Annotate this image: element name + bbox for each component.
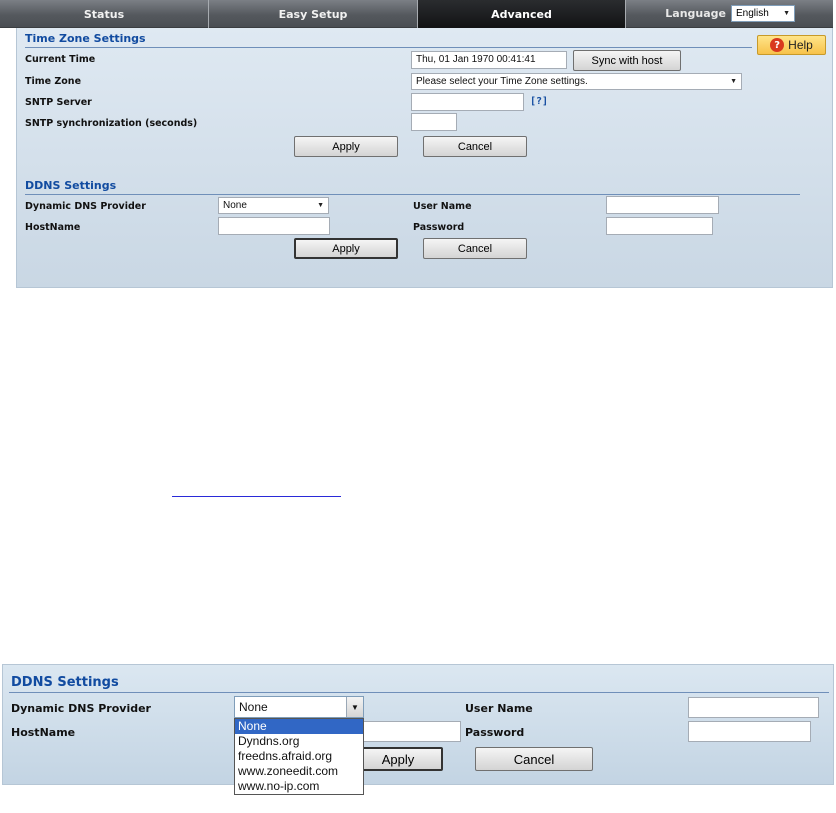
ddns-zoom-password-input[interactable]	[688, 721, 811, 742]
time-zone-apply-button[interactable]: Apply	[294, 136, 398, 157]
ddns-zoom-password-label: Password	[465, 726, 525, 739]
ddns-cancel-button[interactable]: Cancel	[423, 238, 527, 259]
username-input[interactable]	[606, 196, 719, 214]
ddns-provider-select[interactable]: None ▼	[218, 197, 329, 214]
chevron-down-icon: ▼	[317, 202, 324, 209]
ddns-zoom-apply-button[interactable]: Apply	[353, 747, 443, 771]
tab-advanced[interactable]: Advanced	[418, 0, 626, 28]
language-value: English	[736, 8, 769, 19]
ddns-zoom-username-input[interactable]	[688, 697, 819, 718]
chevron-down-icon: ▼	[730, 78, 737, 85]
sntp-server-label: SNTP Server	[25, 97, 92, 108]
ddns-apply-button[interactable]: Apply	[294, 238, 398, 259]
ddns-zoom-hostname-label: HostName	[11, 726, 76, 739]
hyperlink[interactable]	[172, 485, 341, 497]
top-navigation: Status Easy Setup Advanced Language Engl…	[0, 0, 833, 28]
hostname-input[interactable]	[218, 217, 330, 235]
ddns-provider-label: Dynamic DNS Provider	[25, 201, 146, 212]
dropdown-option[interactable]: www.zoneedit.com	[235, 764, 363, 779]
ddns-zoom-hostname-input[interactable]	[353, 721, 461, 742]
dropdown-option[interactable]: freedns.afraid.org	[235, 749, 363, 764]
password-input[interactable]	[606, 217, 713, 235]
password-label: Password	[413, 222, 465, 233]
ddns-provider-dropdown-list: None Dyndns.org freedns.afraid.org www.z…	[234, 718, 364, 795]
language-select[interactable]: English ▼	[731, 5, 795, 22]
time-zone-select[interactable]: Please select your Time Zone settings. ▼	[411, 73, 742, 90]
sntp-sync-input[interactable]	[411, 113, 457, 131]
language-label: Language	[665, 7, 726, 20]
sntp-sync-label: SNTP synchronization (seconds)	[25, 118, 198, 129]
ddns-zoom-title: DDNS Settings	[11, 675, 119, 690]
ddns-zoom-provider-select[interactable]: None ▼	[234, 696, 364, 718]
ddns-zoom-provider-label: Dynamic DNS Provider	[11, 702, 151, 715]
ddns-section-title: DDNS Settings	[25, 179, 117, 192]
hostname-label: HostName	[25, 222, 81, 233]
ddns-provider-value: None	[223, 200, 247, 211]
time-zone-section-title: Time Zone Settings	[25, 32, 146, 45]
current-time-label: Current Time	[25, 54, 96, 65]
time-zone-value: Please select your Time Zone settings.	[416, 76, 588, 87]
language-area: Language English ▼	[626, 0, 833, 27]
help-label: Help	[788, 38, 813, 52]
time-zone-label: Time Zone	[25, 76, 82, 87]
sntp-server-input[interactable]	[411, 93, 524, 111]
settings-panel: Time Zone Settings ? Help Current Time T…	[16, 28, 833, 288]
help-icon: ?	[770, 38, 785, 52]
sntp-help-link[interactable]: [?]	[530, 96, 548, 107]
ddns-zoom-provider-value: None	[239, 700, 268, 714]
help-button[interactable]: ? Help	[757, 35, 826, 55]
section-divider	[25, 47, 752, 48]
chevron-down-icon[interactable]: ▼	[346, 697, 363, 717]
sync-with-host-button[interactable]: Sync with host	[573, 50, 681, 71]
tab-easy-setup[interactable]: Easy Setup	[209, 0, 418, 28]
chevron-down-icon: ▼	[783, 10, 790, 17]
ddns-zoom-username-label: User Name	[465, 702, 533, 715]
ddns-zoom-cancel-button[interactable]: Cancel	[475, 747, 593, 771]
time-zone-cancel-button[interactable]: Cancel	[423, 136, 527, 157]
section-divider	[9, 692, 829, 693]
dropdown-option[interactable]: None	[235, 719, 363, 734]
ddns-zoom-panel: DDNS Settings Dynamic DNS Provider None …	[2, 664, 834, 795]
section-divider	[25, 194, 800, 195]
dropdown-option[interactable]: Dyndns.org	[235, 734, 363, 749]
username-label: User Name	[413, 201, 472, 212]
tab-status[interactable]: Status	[0, 0, 209, 28]
current-time-field[interactable]: Thu, 01 Jan 1970 00:41:41	[411, 51, 567, 69]
dropdown-option[interactable]: www.no-ip.com	[235, 779, 363, 794]
